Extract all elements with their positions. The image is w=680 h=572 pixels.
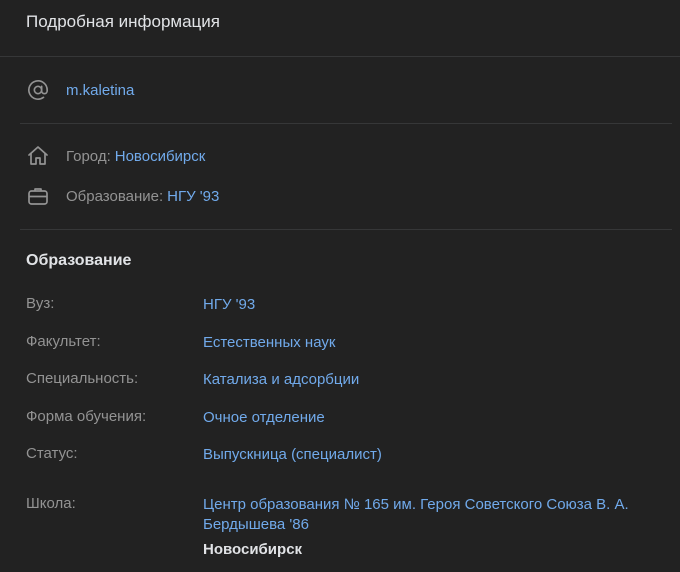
at-sign-icon: [26, 78, 50, 102]
university-link[interactable]: НГУ '93: [203, 295, 673, 315]
education-link[interactable]: НГУ '93: [167, 188, 219, 205]
status-label: Статус:: [26, 445, 78, 462]
education-section-title: Образование: [26, 252, 132, 269]
faculty-link[interactable]: Естественных наук: [203, 333, 673, 353]
home-icon: [26, 144, 50, 168]
briefcase-icon: [26, 184, 50, 208]
username-row: m.kaletina: [26, 78, 134, 102]
specialty-label: Специальность:: [26, 370, 139, 387]
specialty-link[interactable]: Катализа и адсорбции: [203, 370, 673, 390]
status-link[interactable]: Выпускница (специалист): [203, 445, 673, 465]
city-label: Город:: [66, 147, 111, 165]
profile-details-panel: Подробная информация m.kaletina Город: Н…: [0, 0, 680, 572]
school-value: Центр образования № 165 им. Героя Советс…: [203, 495, 673, 560]
faculty-label: Факультет:: [26, 333, 101, 350]
panel-header: Подробная информация: [0, 0, 680, 57]
panel-title: Подробная информация: [26, 12, 220, 31]
school-link[interactable]: Центр образования № 165 им. Героя Советс…: [203, 496, 629, 533]
education-row: Образование: НГУ '93: [26, 184, 219, 208]
city-row: Город: Новосибирск: [26, 144, 205, 168]
school-label: Школа:: [26, 495, 76, 512]
city-link[interactable]: Новосибирск: [115, 148, 206, 165]
divider: [20, 229, 672, 230]
divider: [20, 123, 672, 124]
username-link[interactable]: m.kaletina: [66, 82, 134, 99]
university-label: Вуз:: [26, 295, 55, 312]
education-label: Образование:: [66, 187, 164, 205]
study-form-link[interactable]: Очное отделение: [203, 408, 673, 428]
school-city: Новосибирск: [203, 541, 303, 558]
study-form-label: Форма обучения:: [26, 408, 147, 425]
